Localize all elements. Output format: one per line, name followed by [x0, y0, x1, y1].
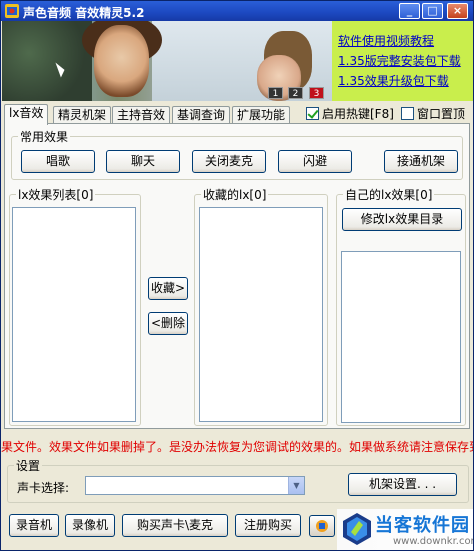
tutorial-video-link[interactable]: 软件使用视频教程 — [338, 31, 473, 51]
soundcard-label: 声卡选择: — [17, 481, 70, 495]
watermark-url: www.downkr.com — [393, 536, 474, 547]
recorder-button[interactable]: 录音机 — [9, 514, 59, 537]
buy-soundcard-mic-button[interactable]: 购买声卡\麦克 — [122, 514, 228, 537]
tab-key-query[interactable]: 基调查询 — [172, 106, 231, 124]
topmost-check-icon[interactable] — [401, 107, 414, 120]
maximize-button[interactable]: □ — [422, 3, 443, 19]
tab-extensions[interactable]: 扩展功能 — [232, 106, 291, 124]
mute-mic-button[interactable]: 关闭麦克 — [192, 150, 266, 173]
hotkey-label: 启用热键[F8] — [322, 107, 394, 121]
promo-links: 软件使用视频教程 1.35版完整安装包下载 1.35效果升级包下载 — [332, 21, 473, 101]
title-bar[interactable]: 声色音频 音效精灵5.2 _ □ × — [1, 1, 473, 21]
common-effects-legend: 常用效果 — [20, 130, 69, 144]
window-title: 声色音频 音效精灵5.2 — [23, 6, 145, 20]
effects-listbox[interactable] — [12, 207, 136, 422]
tool-icon — [316, 520, 328, 532]
main-window: 声色音频 音效精灵5.2 _ □ × 1 2 3 软件使用视频教程 1.35版完… — [0, 0, 474, 551]
sing-button[interactable]: 唱歌 — [21, 150, 95, 173]
watermark-title: 当客软件园 — [375, 515, 470, 536]
banner-page-3[interactable]: 3 — [309, 87, 324, 99]
tab-lx-effects[interactable]: lx音效 — [4, 104, 49, 125]
settings-legend: 设置 — [16, 459, 41, 473]
chevron-down-icon[interactable]: ▼ — [288, 477, 304, 494]
topmost-checkbox[interactable]: 窗口置顶 — [401, 105, 465, 122]
hotkey-checkbox[interactable]: 启用热键[F8] — [306, 105, 394, 122]
app-icon — [5, 4, 19, 18]
collect-button[interactable]: 收藏> — [148, 277, 188, 300]
soundcard-select[interactable] — [85, 476, 305, 495]
video-recorder-button[interactable]: 录像机 — [65, 514, 115, 537]
hotkey-check-icon[interactable] — [306, 107, 319, 120]
topmost-label: 窗口置顶 — [417, 107, 466, 121]
register-buy-button[interactable]: 注册购买 — [235, 514, 301, 537]
favorites-listbox[interactable] — [199, 207, 323, 422]
close-button[interactable]: × — [447, 3, 468, 19]
banner-page-2[interactable]: 2 — [288, 87, 303, 99]
modify-effects-dir-button[interactable]: 修改lx效果目录 — [342, 208, 462, 231]
delete-button[interactable]: <删除 — [148, 312, 188, 335]
minimize-button[interactable]: _ — [399, 3, 420, 19]
banner-image[interactable]: 1 2 3 — [2, 21, 332, 101]
tab-panel: 常用效果 唱歌 聊天 关闭麦克 闪避 接通机架 lx效果列表[0] 收藏> <删… — [4, 123, 470, 429]
banner-person-1 — [94, 25, 149, 97]
extra-tool-button[interactable] — [309, 515, 335, 537]
banner-page-1[interactable]: 1 — [268, 87, 283, 99]
effects-upgrade-download-link[interactable]: 1.35效果升级包下载 — [338, 71, 473, 91]
connect-rack-button[interactable]: 接通机架 — [384, 150, 458, 173]
scrolling-notice: 果文件。效果文件如果删掉了。是没办法恢复为您调试的效果的。如果做系统请注意保存到 — [1, 440, 473, 454]
dodge-button[interactable]: 闪避 — [278, 150, 352, 173]
own-effects-legend: 自己的lx效果[0] — [345, 188, 433, 202]
watermark-logo: 当客软件园 www.downkr.com — [337, 509, 474, 550]
effects-list-legend: lx效果列表[0] — [18, 188, 94, 202]
tab-host-effects[interactable]: 主持音效 — [112, 106, 171, 124]
tab-rack[interactable]: 精灵机架 — [53, 106, 112, 124]
full-installer-download-link[interactable]: 1.35版完整安装包下载 — [338, 51, 473, 71]
banner-trees — [2, 21, 92, 101]
chat-button[interactable]: 聊天 — [106, 150, 180, 173]
own-effects-listbox[interactable] — [341, 251, 461, 423]
watermark-logo-icon — [343, 513, 371, 545]
favorites-legend: 收藏的lx[0] — [203, 188, 267, 202]
rack-settings-button[interactable]: 机架设置. . . — [348, 473, 457, 496]
